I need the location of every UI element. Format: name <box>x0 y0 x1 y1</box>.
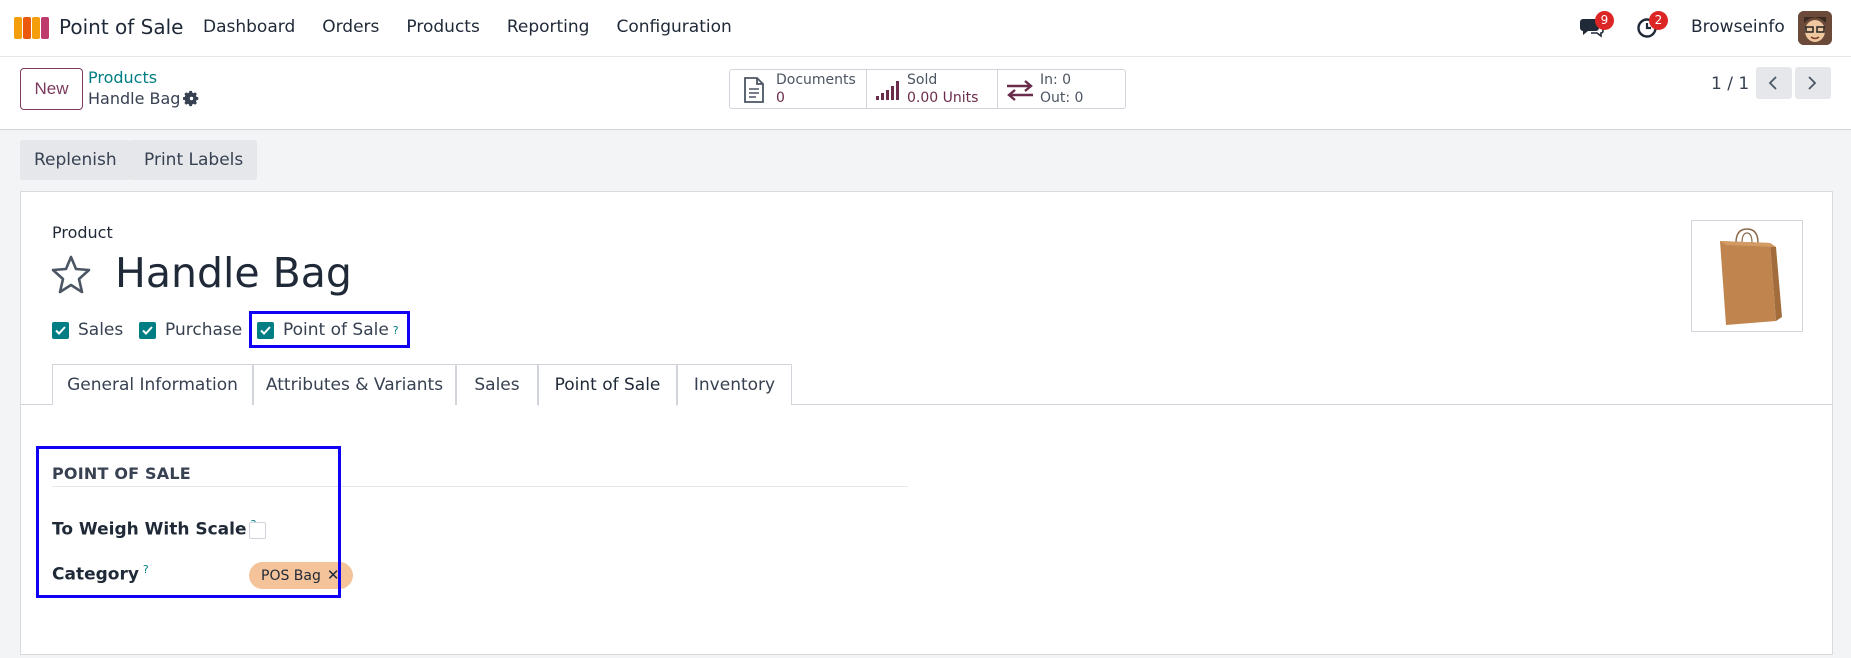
top-navbar: Point of Sale Dashboard Orders Products … <box>0 0 1851 56</box>
checkbox-checked-icon <box>52 321 69 339</box>
purchase-checkbox-label: Purchase <box>165 320 243 340</box>
messages-badge: 9 <box>1595 11 1614 30</box>
product-image[interactable] <box>1691 220 1803 332</box>
product-form-sheet: Product Handle Bag Sales Purchase Point … <box>20 191 1833 655</box>
tab-sales[interactable]: Sales <box>456 364 538 405</box>
star-icon[interactable] <box>50 254 92 294</box>
smart-buttons: Documents 0 Sold 0.00 Units In: 0 Out: 0 <box>729 69 1126 109</box>
tab-point-of-sale[interactable]: Point of Sale <box>538 364 677 406</box>
activities-button[interactable]: 2 <box>1636 11 1668 40</box>
transfer-arrows-icon <box>1007 80 1033 101</box>
gear-icon[interactable] <box>183 90 200 107</box>
product-name[interactable]: Handle Bag <box>115 249 352 297</box>
sales-checkbox-label: Sales <box>78 320 124 340</box>
document-icon <box>744 77 764 103</box>
documents-stat-button[interactable]: Documents 0 <box>730 70 867 108</box>
out-label: Out: 0 <box>1040 90 1084 106</box>
sold-label: Sold <box>907 72 938 88</box>
menu-products[interactable]: Products <box>406 17 479 37</box>
notebook-tabs: General Information Attributes & Variant… <box>21 364 1832 406</box>
pager-previous-button[interactable] <box>1756 67 1792 99</box>
in-label: In: 0 <box>1040 72 1072 88</box>
new-button[interactable]: New <box>20 68 83 110</box>
menu-reporting[interactable]: Reporting <box>507 17 590 37</box>
menu-orders[interactable]: Orders <box>322 17 379 37</box>
menu-configuration[interactable]: Configuration <box>616 17 731 37</box>
avatar-face-icon <box>1798 11 1832 45</box>
pager-next-button[interactable] <box>1795 67 1831 99</box>
checkbox-checked-icon <box>139 321 156 339</box>
shopping-bag-image <box>1720 228 1782 325</box>
highlight-box-pos-section <box>36 446 341 598</box>
replenish-button[interactable]: Replenish <box>20 140 131 180</box>
highlight-box-pos-checkbox <box>249 311 410 348</box>
menu-dashboard[interactable]: Dashboard <box>203 17 295 37</box>
sold-stat-button[interactable]: Sold 0.00 Units <box>867 70 998 108</box>
breadcrumb-products[interactable]: Products <box>88 68 157 87</box>
sold-value: 0.00 Units <box>907 90 979 106</box>
user-avatar[interactable] <box>1798 11 1832 45</box>
chevron-right-icon <box>1808 76 1817 90</box>
documents-value: 0 <box>776 90 785 106</box>
app-title[interactable]: Point of Sale <box>59 15 183 39</box>
chevron-left-icon <box>1768 76 1777 90</box>
signal-bars-icon <box>876 81 899 100</box>
tab-attributes-variants[interactable]: Attributes & Variants <box>253 364 456 405</box>
point-of-sale-logo-icon[interactable] <box>14 15 50 41</box>
tab-inventory[interactable]: Inventory <box>677 364 792 405</box>
tab-general-information[interactable]: General Information <box>52 364 253 405</box>
control-panel: New Products Handle Bag Documents 0 Sold <box>0 56 1851 130</box>
product-label: Product <box>52 223 113 242</box>
pager-value[interactable]: 1 / 1 <box>1711 74 1749 94</box>
in-out-stat-button[interactable]: In: 0 Out: 0 <box>998 70 1125 108</box>
main-menu: Dashboard Orders Products Reporting Conf… <box>203 17 759 37</box>
purchase-checkbox[interactable]: Purchase <box>139 320 242 340</box>
breadcrumb-current: Handle Bag <box>88 89 181 108</box>
sales-checkbox[interactable]: Sales <box>52 320 123 340</box>
activities-badge: 2 <box>1649 11 1668 30</box>
company-switcher[interactable]: Browseinfo <box>1691 17 1785 37</box>
documents-label: Documents <box>776 72 856 88</box>
print-labels-button[interactable]: Print Labels <box>130 140 258 180</box>
messages-button[interactable]: 9 <box>1580 11 1614 40</box>
